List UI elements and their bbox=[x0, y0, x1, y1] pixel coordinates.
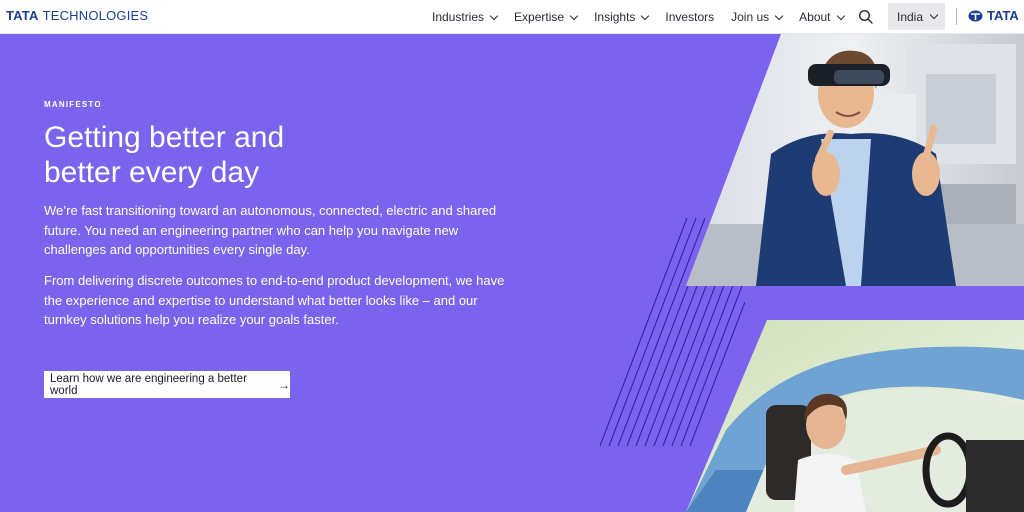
nav-item-insights[interactable]: Insights bbox=[594, 10, 650, 24]
headline-line-2: better every day bbox=[44, 156, 260, 189]
chevron-down-icon bbox=[641, 11, 650, 20]
country-selector[interactable]: India bbox=[888, 3, 945, 30]
hero-image-man-with-headset bbox=[686, 34, 1024, 286]
tata-group-text: TATA bbox=[987, 8, 1019, 23]
country-label: India bbox=[897, 9, 924, 24]
hero-paragraph-1: We’re fast transitioning toward an auton… bbox=[44, 203, 497, 257]
nav-item-label: Industries bbox=[432, 10, 485, 24]
chevron-down-icon bbox=[929, 10, 939, 20]
nav-item-label: About bbox=[799, 10, 831, 24]
nav-item-label: Investors bbox=[665, 10, 715, 24]
nav-item-join-us[interactable]: Join us bbox=[731, 10, 784, 24]
chevron-down-icon bbox=[489, 11, 499, 20]
main-nav: Industries Expertise Insights Investors … bbox=[432, 0, 861, 34]
nav-item-industries[interactable]: Industries bbox=[432, 10, 499, 24]
search-icon[interactable] bbox=[858, 9, 874, 25]
nav-item-label: Join us bbox=[731, 10, 770, 24]
chevron-down-icon bbox=[836, 11, 845, 20]
headline-line-1: Getting better and bbox=[44, 121, 285, 154]
nav-divider bbox=[956, 8, 957, 25]
logo-bold-text: TATA bbox=[6, 8, 39, 23]
hero-headline: Getting better and better every day bbox=[44, 120, 374, 190]
tata-group-logo[interactable]: TATA bbox=[968, 8, 1019, 23]
nav-item-investors[interactable]: Investors bbox=[665, 10, 714, 24]
chevron-down-icon bbox=[774, 11, 784, 20]
nav-item-about[interactable]: About bbox=[799, 10, 845, 24]
section-eyebrow: MANIFESTO bbox=[44, 100, 102, 109]
chevron-down-icon bbox=[569, 11, 579, 20]
cta-label: Learn how we are engineering a better wo… bbox=[50, 372, 247, 397]
nav-item-label: Insights bbox=[594, 10, 636, 24]
nav-item-label: Expertise bbox=[514, 10, 565, 24]
tata-emblem-icon bbox=[968, 10, 983, 21]
nav-item-expertise[interactable]: Expertise bbox=[514, 10, 579, 24]
tata-technologies-logo[interactable]: TATA TECHNOLOGIES bbox=[2, 8, 148, 23]
logo-text: TECHNOLOGIES bbox=[42, 8, 149, 23]
learn-more-button[interactable]: Learn how we are engineering a better wo… bbox=[44, 371, 290, 398]
arrow-right-icon: → bbox=[278, 377, 290, 392]
top-navigation-bar: TATA TECHNOLOGIES Industries Expertise I… bbox=[0, 0, 1024, 34]
hero-paragraph-2: From delivering discrete outcomes to end… bbox=[44, 273, 505, 327]
